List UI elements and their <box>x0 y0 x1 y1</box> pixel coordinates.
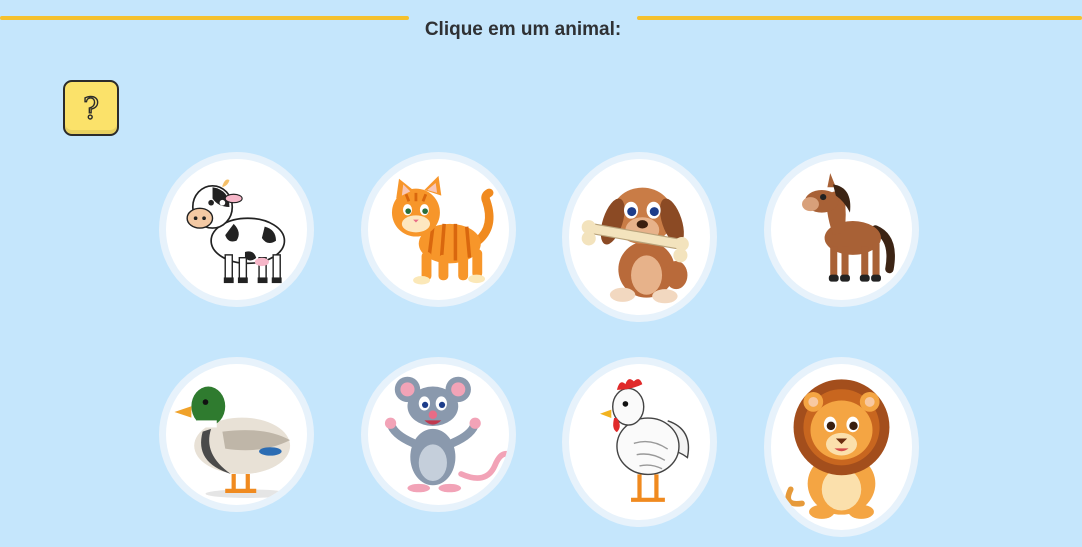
animal-card-lion[interactable] <box>764 357 919 537</box>
mouse-icon <box>384 376 509 493</box>
title-rule-left <box>0 16 409 20</box>
lion-icon <box>785 379 890 519</box>
animal-card-duck[interactable] <box>159 357 314 512</box>
page-title: Clique em um animal: <box>424 19 622 40</box>
help-button[interactable]: ? <box>63 80 119 136</box>
animal-card-chicken[interactable] <box>562 357 717 527</box>
svg-text:?: ? <box>83 92 99 127</box>
cow-icon <box>186 179 286 284</box>
duck-icon <box>174 386 291 498</box>
title-rule-right <box>637 16 1082 20</box>
animal-card-cow[interactable] <box>159 152 314 307</box>
animal-card-horse[interactable] <box>764 152 919 307</box>
chicken-icon <box>600 379 690 502</box>
header: Clique em um animal: <box>0 0 1082 60</box>
animal-card-mouse[interactable] <box>361 357 516 512</box>
animal-card-cat[interactable] <box>361 152 516 307</box>
cat-icon <box>391 175 494 285</box>
animal-card-dog[interactable] <box>562 152 717 322</box>
question-icon: ? <box>82 91 99 127</box>
dog-icon <box>581 187 689 304</box>
horse-icon <box>802 173 895 282</box>
